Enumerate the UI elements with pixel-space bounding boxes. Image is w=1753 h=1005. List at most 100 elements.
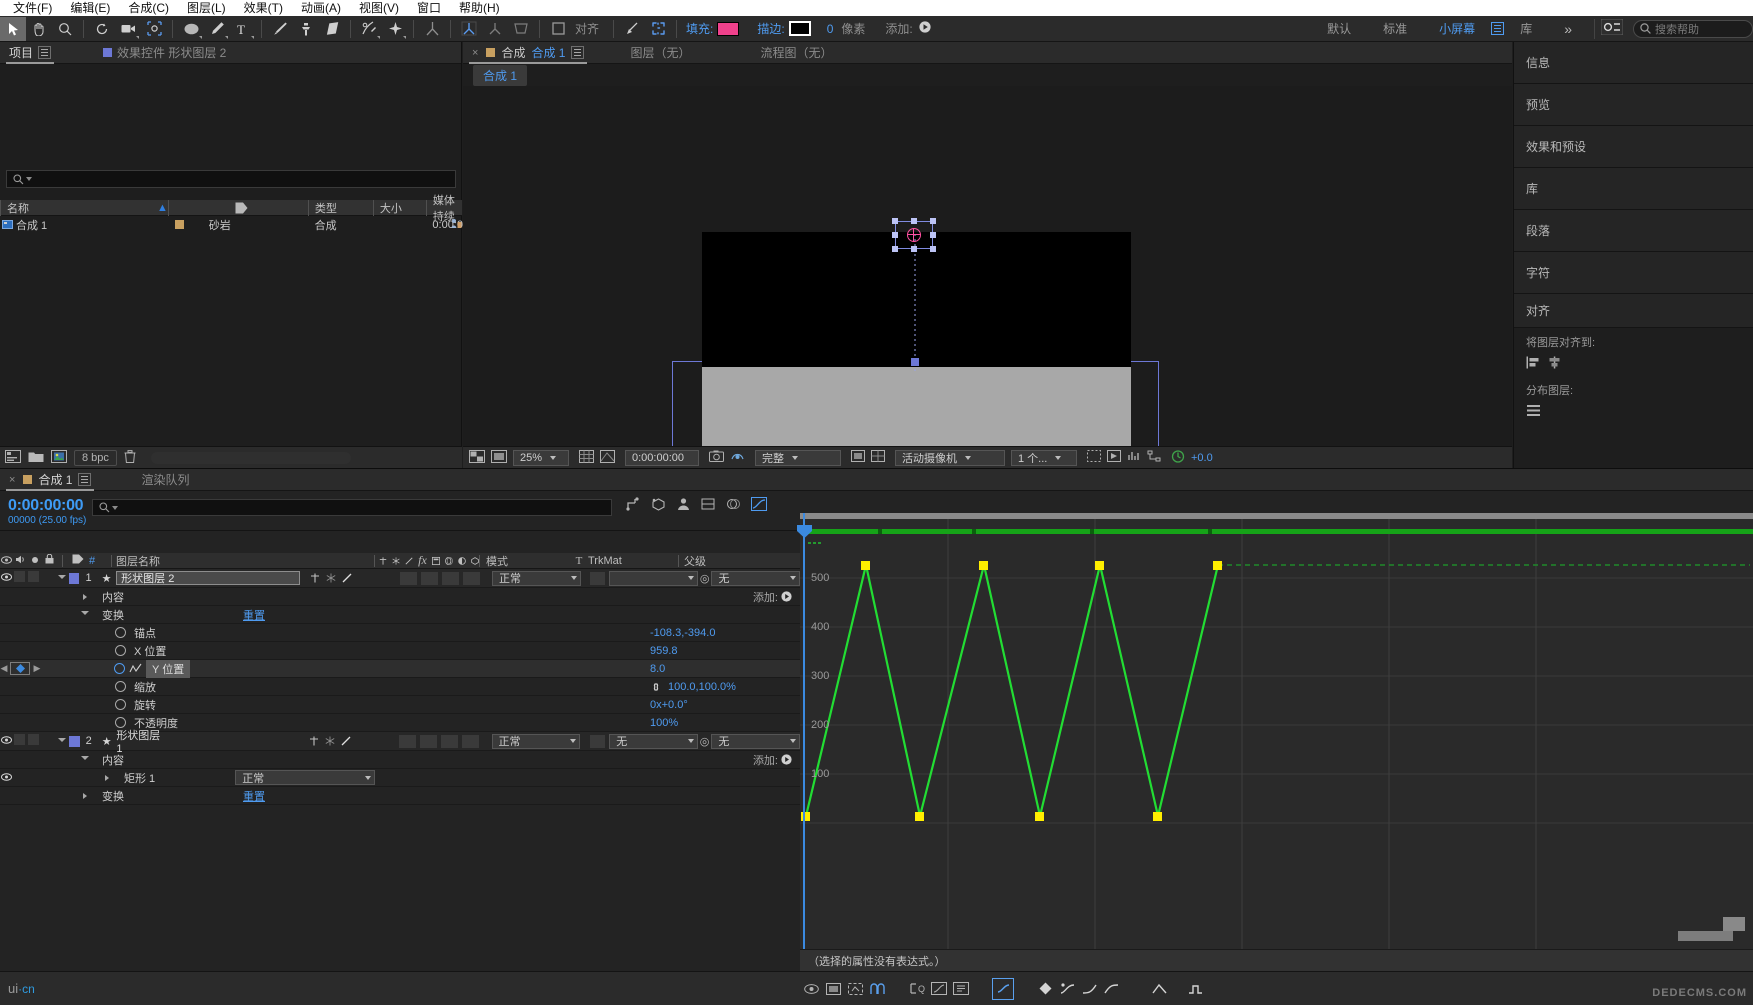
layer-1-name-input[interactable]: 形状图层 2 <box>116 571 301 585</box>
y-position-stopwatch-icon[interactable] <box>114 663 125 674</box>
project-footer-scrollbar[interactable] <box>150 451 351 464</box>
toggle-grid-icon[interactable] <box>579 449 594 466</box>
camera-tool-icon[interactable] <box>115 17 141 41</box>
transform-expand-arrow[interactable] <box>81 611 89 618</box>
toggle-guides-icon[interactable] <box>600 449 615 466</box>
property-y-position-label[interactable]: Y 位置 <box>146 659 191 678</box>
panel-align[interactable]: 对齐 <box>1514 294 1753 328</box>
new-comp-icon[interactable] <box>5 449 21 466</box>
layer-2-expand-arrow[interactable] <box>58 737 67 745</box>
scale-link-icon[interactable] <box>650 682 663 691</box>
timeline-tab-bar[interactable]: × 合成 1 渲染队列 <box>0 469 1753 491</box>
draft-3d-icon[interactable] <box>651 497 666 514</box>
graph-editor-canvas[interactable]: 500 400 300 200 100 <box>800 519 1753 950</box>
layer-2-mode-select[interactable]: 正常 <box>491 733 581 749</box>
anchor-point-value[interactable]: -108.3,-394.0 <box>650 627 800 639</box>
ease-out-icon[interactable] <box>1100 978 1122 1000</box>
column-layer-name[interactable]: 图层名称 <box>116 553 374 569</box>
layer-1-solo-toggle[interactable] <box>27 571 39 585</box>
column-mode[interactable]: 模式 <box>480 553 570 569</box>
rotation-value[interactable]: 0x+0.0° <box>650 699 800 711</box>
color-depth-button[interactable]: 8 bpc <box>74 449 117 466</box>
column-type[interactable]: 类型 <box>307 199 373 216</box>
playhead-marker[interactable] <box>797 525 812 538</box>
text-tool-icon[interactable]: T <box>230 17 256 41</box>
property-row-transform-2[interactable]: 变换 重置 <box>0 787 800 805</box>
column-trkmat[interactable]: TrkMat <box>588 555 678 567</box>
composition-footer[interactable]: 25% 0:00:00:00 完整 活动摄像机 1 个... +0.0 <box>463 446 1512 468</box>
composition-menu-icon[interactable] <box>571 46 585 59</box>
close-icon[interactable]: × <box>9 474 15 486</box>
exposure-value[interactable]: +0.0 <box>1191 452 1213 464</box>
motion-blur-icon[interactable] <box>726 497 741 514</box>
axis-view-icon[interactable] <box>508 17 534 41</box>
panel-preview[interactable]: 预览 <box>1514 84 1753 126</box>
snapshot-icon[interactable] <box>709 450 724 465</box>
menu-item-file[interactable]: 文件(F) <box>4 0 61 16</box>
tool-bar[interactable]: T 对齐 填充: 描边: 0 像素 添加: 默认 标准 小屏幕 库 » 搜索帮助 <box>0 16 1753 42</box>
anchor-point-stopwatch-icon[interactable] <box>115 627 126 638</box>
timeline-search-input[interactable] <box>92 499 612 516</box>
layer-2-audio-toggle[interactable] <box>12 734 26 748</box>
project-search-input[interactable] <box>6 170 456 188</box>
tab-flowchart[interactable]: 流程图（无） <box>751 42 841 64</box>
camera-view-select[interactable]: 活动摄像机 <box>895 449 1005 466</box>
workspace-library[interactable]: 库 <box>1504 20 1548 37</box>
project-row-name[interactable]: 合成 1 <box>16 217 175 233</box>
easy-ease-icon[interactable] <box>1056 978 1078 1000</box>
keyframe-prev-icon[interactable]: ◀ <box>0 663 8 674</box>
layer-1-audio-toggle[interactable] <box>12 571 26 585</box>
menu-bar[interactable]: 文件(F) 编辑(E) 合成(C) 图层(L) 效果(T) 动画(A) 视图(V… <box>0 0 1753 16</box>
layer-row-1[interactable]: 1 ★ 形状图层 2 正常 ◎ 无 <box>0 569 801 588</box>
ease-in-icon[interactable] <box>1078 978 1100 1000</box>
layer-1-parent-select[interactable]: 无 <box>711 570 801 586</box>
composition-tab-bar[interactable]: × 合成 合成 1 图层（无） 流程图（无） <box>463 42 1512 64</box>
graph-separate-dimensions-icon[interactable]: Q <box>906 978 928 1000</box>
contents-add-icon[interactable] <box>781 591 792 602</box>
layer-1-mode-select[interactable]: 正常 <box>491 570 581 586</box>
project-footer[interactable]: 8 bpc <box>0 446 462 468</box>
layer-2-trkmat-select[interactable]: 无 <box>609 733 698 749</box>
comp-flowchart-icon[interactable] <box>1147 450 1161 465</box>
layer-1-expand-arrow[interactable] <box>56 574 69 582</box>
sync-settings-icon[interactable] <box>1600 18 1624 38</box>
column-duration[interactable]: 媒体持续 <box>425 195 462 223</box>
layer-list[interactable]: 1 ★ 形状图层 2 正常 ◎ 无 内容 添加: 变换 重置 锚点 -108.3… <box>0 569 801 805</box>
property-row-scale[interactable]: 缩放 100.0,100.0% <box>0 678 800 696</box>
toggle-transparency-icon[interactable] <box>469 449 485 466</box>
transparency-grid-icon[interactable] <box>871 450 885 465</box>
timeline-menu-icon[interactable] <box>78 473 92 486</box>
tab-effect-controls[interactable]: 效果控件 形状图层 2 <box>94 42 235 64</box>
region-of-interest-icon[interactable] <box>851 450 865 465</box>
column-size[interactable]: 大小 <box>372 199 426 216</box>
zoom-level-select[interactable]: 25% <box>513 449 569 466</box>
timeline-panel[interactable]: × 合成 1 渲染队列 0:00:00:00 00000 (25.00 fps) <box>0 468 1753 1005</box>
layer-1-trkmat-select[interactable] <box>609 570 699 586</box>
panel-library[interactable]: 库 <box>1514 168 1753 210</box>
tab-layer[interactable]: 图层（无） <box>621 42 699 64</box>
graph-fit-selection-icon[interactable] <box>844 978 866 1000</box>
layer-1-parent-pick-icon[interactable]: ◎ <box>698 572 711 585</box>
toggle-mask-icon[interactable] <box>491 449 507 466</box>
column-index[interactable]: # <box>89 555 107 567</box>
axis-local-icon[interactable] <box>456 17 482 41</box>
x-position-value[interactable]: 959.8 <box>650 645 800 657</box>
layer-2-parent-select[interactable]: 无 <box>711 733 801 749</box>
contents-2-expand-arrow[interactable] <box>81 756 89 763</box>
contents-2-add-icon[interactable] <box>781 754 792 765</box>
panel-effects-presets[interactable]: 效果和预设 <box>1514 126 1753 168</box>
current-time-display[interactable]: 0:00:00:00 <box>625 449 699 466</box>
view-count-select[interactable]: 1 个... <box>1011 449 1077 466</box>
project-panel[interactable]: 项目 效果控件 形状图层 2 名称 ▲ 类型 大小 媒体持续 合成 1 砂岩 合… <box>0 42 463 468</box>
align-center-h-icon[interactable] <box>1547 356 1562 372</box>
transform-2-reset-link[interactable]: 重置 <box>243 788 265 804</box>
composition-panel[interactable]: × 合成 合成 1 图层（无） 流程图（无） 合成 1 25% 0:00:00:… <box>463 42 1512 480</box>
tab-project[interactable]: 项目 <box>0 42 60 64</box>
graph-auto-zoom-icon[interactable] <box>928 978 950 1000</box>
layer-1-trkmat-box[interactable] <box>590 571 606 585</box>
menu-item-layer[interactable]: 图层(L) <box>178 0 235 16</box>
zoom-tool-icon[interactable] <box>52 17 78 41</box>
hide-shy-layers-icon[interactable] <box>676 497 691 514</box>
transform-2-expand-arrow[interactable] <box>83 792 87 799</box>
graph-show-all-icon[interactable] <box>822 978 844 1000</box>
